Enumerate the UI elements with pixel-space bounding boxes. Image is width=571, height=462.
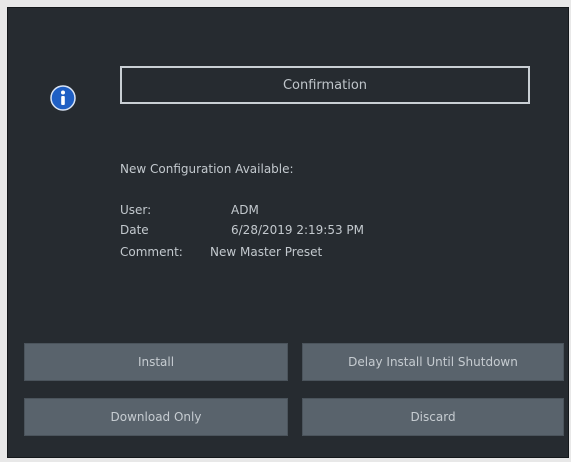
download-only-button-label: Download Only — [110, 410, 202, 424]
delay-install-button[interactable]: Delay Install Until Shutdown — [302, 343, 564, 381]
confirmation-dialog: Confirmation New Configuration Available… — [7, 7, 569, 458]
dialog-title-text: Confirmation — [282, 77, 368, 93]
dialog-message: New Configuration Available: — [120, 162, 294, 176]
dialog-title: Confirmation — [120, 66, 530, 104]
user-value: ADM — [231, 203, 259, 217]
date-label: Date — [120, 223, 149, 237]
discard-button-label: Discard — [410, 410, 456, 424]
discard-button[interactable]: Discard — [302, 398, 564, 436]
user-label: User: — [120, 203, 152, 217]
comment-value: New Master Preset — [210, 245, 323, 259]
date-value: 6/28/2019 2:19:53 PM — [231, 223, 365, 237]
delay-install-button-label: Delay Install Until Shutdown — [348, 355, 518, 369]
download-only-button[interactable]: Download Only — [24, 398, 288, 436]
install-button[interactable]: Install — [24, 343, 288, 381]
info-icon — [50, 85, 76, 111]
install-button-label: Install — [137, 355, 175, 369]
comment-label: Comment: — [120, 245, 183, 259]
